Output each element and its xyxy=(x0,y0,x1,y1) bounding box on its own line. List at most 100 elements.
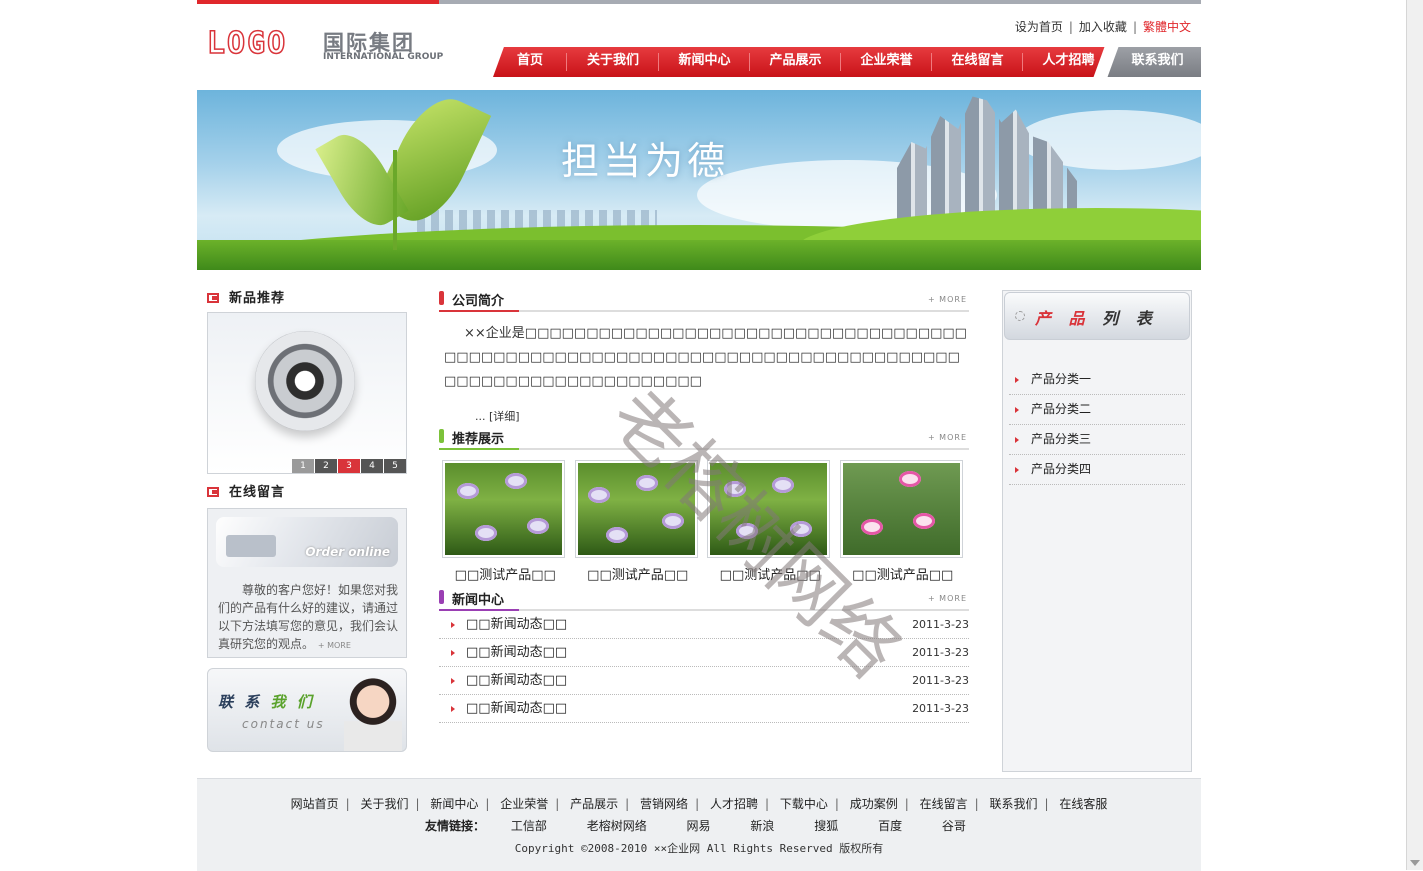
news-row[interactable]: □□新闻动态□□ 2011-3-23 xyxy=(439,611,969,639)
news-more-link[interactable]: + MORE xyxy=(928,594,967,603)
product-name[interactable]: □□测试产品□□ xyxy=(572,564,705,583)
flower-shape xyxy=(724,481,746,497)
pager-5[interactable]: 5 xyxy=(384,459,406,473)
scroll-down-arrow-icon[interactable] xyxy=(1410,860,1420,866)
separator: | xyxy=(1132,20,1137,34)
news-item-title[interactable]: □□新闻动态□□ xyxy=(466,639,567,666)
edit-icon xyxy=(207,293,219,303)
product-thumb[interactable] xyxy=(574,460,698,558)
category-item[interactable]: 产品分类四 xyxy=(1009,455,1185,485)
pager-3[interactable]: 3 xyxy=(338,459,360,473)
nav-label: 人才招聘 xyxy=(1042,53,1095,68)
add-favorite-link[interactable]: 加入收藏 xyxy=(1079,20,1127,34)
footer-link[interactable]: 关于我们 xyxy=(360,797,408,811)
product-card[interactable]: □□测试产品□□ xyxy=(704,460,837,583)
news-item-title[interactable]: □□新闻动态□□ xyxy=(466,695,567,722)
contact-en-text: contact us xyxy=(242,717,325,731)
nav-item-honors[interactable]: 企业荣誉 xyxy=(841,47,932,77)
product-card[interactable]: □□测试产品□□ xyxy=(572,460,705,583)
footer-link[interactable]: 网站首页 xyxy=(291,797,339,811)
window-scrollbar[interactable] xyxy=(1406,0,1423,870)
product-thumb[interactable] xyxy=(707,460,830,558)
separator: | xyxy=(415,797,420,811)
pager-1[interactable]: 1 xyxy=(292,459,314,473)
category-label: 产品分类四 xyxy=(1031,462,1092,476)
friend-link[interactable]: 网易 xyxy=(687,817,711,834)
friend-links: 友情链接： 工信部 老榕树网络 网易 新浪 搜狐 百度 谷哥 xyxy=(425,817,1002,834)
footer-link[interactable]: 下载中心 xyxy=(780,797,828,811)
title-dark: 列 表 xyxy=(1102,309,1158,328)
category-item[interactable]: 产品分类二 xyxy=(1009,395,1185,425)
news-row[interactable]: □□新闻动态□□ 2011-3-23 xyxy=(439,639,969,667)
heading-text: 新品推荐 xyxy=(229,291,286,306)
news-row[interactable]: □□新闻动态□□ 2011-3-23 xyxy=(439,667,969,695)
friend-link[interactable]: 老榕树网络 xyxy=(587,817,647,834)
category-label: 产品分类三 xyxy=(1031,432,1092,446)
friend-link[interactable]: 新浪 xyxy=(750,817,774,834)
product-card[interactable]: □□测试产品□□ xyxy=(439,460,572,583)
friend-link[interactable]: 搜狐 xyxy=(814,817,838,834)
product-list-heading: 产 品 列 表 xyxy=(1004,292,1190,340)
flower-shape xyxy=(527,518,549,534)
slideshow-pager: 1 2 3 4 5 xyxy=(291,459,406,473)
footer-link[interactable]: 人才招聘 xyxy=(710,797,758,811)
footer-link[interactable]: 产品展示 xyxy=(570,797,618,811)
edit-icon xyxy=(207,487,219,497)
top-links: 设为首页 | 加入收藏 | 繁體中文 xyxy=(1015,18,1191,35)
nav-label: 首页 xyxy=(516,53,543,68)
category-item[interactable]: 产品分类一 xyxy=(1009,365,1185,395)
news-item-title[interactable]: □□新闻动态□□ xyxy=(466,667,567,694)
message-more-link[interactable]: + MORE xyxy=(318,641,351,650)
nav-item-about[interactable]: 关于我们 xyxy=(567,47,659,77)
product-name[interactable]: □□测试产品□□ xyxy=(837,564,970,583)
product-name[interactable]: □□测试产品□□ xyxy=(439,564,572,583)
contact-cn-text: 联 系 我 们 xyxy=(218,691,315,712)
product-name[interactable]: □□测试产品□□ xyxy=(704,564,837,583)
middle-column: 公司简介 + MORE ××企业是□□□□□□□□□□□□□□□□□□□□□□□… xyxy=(439,290,969,723)
new-product-slideshow[interactable]: 1 2 3 4 5 xyxy=(207,312,407,474)
footer-link[interactable]: 联系我们 xyxy=(990,797,1038,811)
product-thumb[interactable] xyxy=(442,460,565,558)
pager-4[interactable]: 4 xyxy=(361,459,383,473)
nav-item-products[interactable]: 产品展示 xyxy=(750,47,841,77)
logo-mark: LOGO xyxy=(206,26,288,61)
new-products-heading: 新品推荐 xyxy=(207,290,407,308)
nav-item-jobs[interactable]: 人才招聘 xyxy=(1023,47,1114,77)
friend-link[interactable]: 工信部 xyxy=(511,817,547,834)
footer-link[interactable]: 企业荣誉 xyxy=(500,797,548,811)
intro-title: 公司简介 xyxy=(452,294,505,309)
footer-link[interactable]: 营销网络 xyxy=(640,797,688,811)
bearing-product-image[interactable] xyxy=(255,331,355,431)
news-item-title[interactable]: □□新闻动态□□ xyxy=(466,611,567,638)
message-heading: 在线留言 xyxy=(207,484,407,502)
footer-link[interactable]: 在线客服 xyxy=(1059,797,1107,811)
news-item-date: 2011-3-23 xyxy=(912,646,969,659)
nav-item-news[interactable]: 新闻中心 xyxy=(659,47,750,77)
friend-link[interactable]: 百度 xyxy=(878,817,902,834)
news-row[interactable]: □□新闻动态□□ 2011-3-23 xyxy=(439,695,969,723)
footer-link[interactable]: 成功案例 xyxy=(850,797,898,811)
footer-link[interactable]: 新闻中心 xyxy=(430,797,478,811)
pink-flower-image xyxy=(842,463,960,555)
intro-detail-link[interactable]: ... [详细] xyxy=(475,408,969,428)
footer-link[interactable]: 在线留言 xyxy=(920,797,968,811)
friend-link[interactable]: 谷哥 xyxy=(942,817,966,834)
contact-us-banner[interactable]: 联 系 我 们 contact us xyxy=(207,668,407,752)
category-item[interactable]: 产品分类三 xyxy=(1009,425,1185,455)
pager-2[interactable]: 2 xyxy=(315,459,337,473)
product-card[interactable]: □□测试产品□□ xyxy=(837,460,970,583)
set-homepage-link[interactable]: 设为首页 xyxy=(1015,20,1063,34)
nav-label: 产品展示 xyxy=(769,53,822,68)
nav-item-message[interactable]: 在线留言 xyxy=(932,47,1023,77)
intro-more-link[interactable]: + MORE xyxy=(928,295,967,304)
nav-item-home[interactable]: 首页 xyxy=(493,47,567,77)
heading-underline xyxy=(439,310,519,312)
product-thumb[interactable] xyxy=(839,460,963,558)
traditional-chinese-link[interactable]: 繁體中文 xyxy=(1143,20,1191,34)
nav-item-contact[interactable]: 联系我们 xyxy=(1114,47,1201,77)
contact-cn-2: 我 们 xyxy=(270,693,315,711)
order-online-image[interactable]: Order online xyxy=(216,517,398,567)
flower-shape xyxy=(587,487,610,503)
featured-more-link[interactable]: + MORE xyxy=(928,433,967,442)
separator: | xyxy=(904,797,909,811)
